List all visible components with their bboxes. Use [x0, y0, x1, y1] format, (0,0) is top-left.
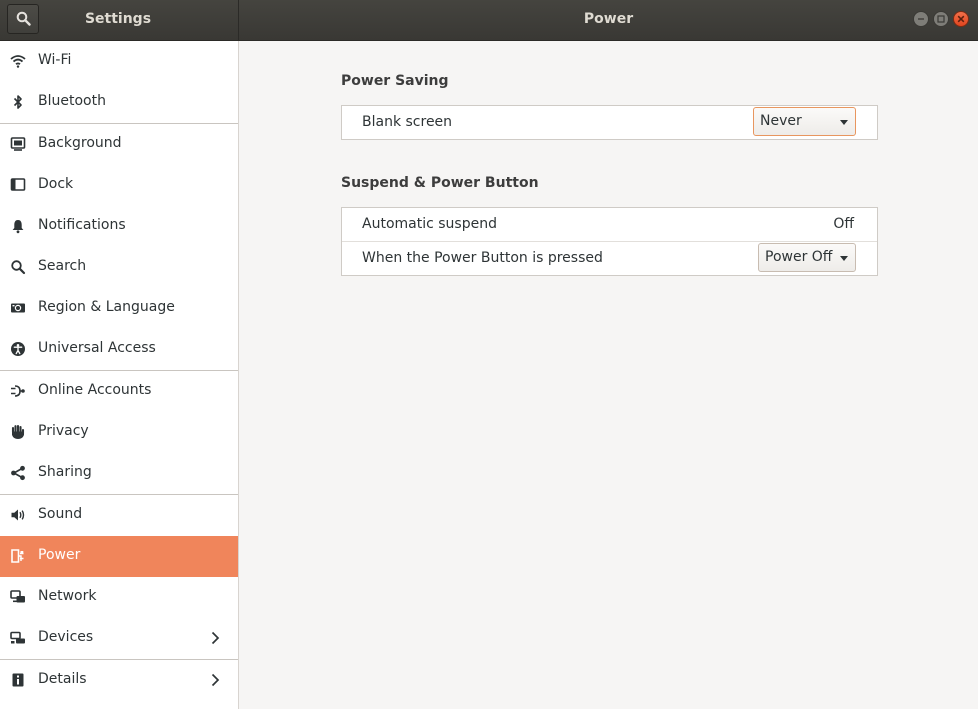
dropdown-arrow-icon	[840, 120, 848, 125]
sidebar-item-power[interactable]: Power	[0, 536, 238, 577]
sidebar-title: Settings	[84, 11, 152, 27]
sidebar-item-region-language[interactable]: Region & Language	[0, 288, 238, 329]
sidebar: Wi-Fi Bluetooth Background Dock Notifica…	[0, 41, 239, 709]
sidebar-item-network[interactable]: Network	[0, 577, 238, 618]
sidebar-item-label: Sharing	[38, 464, 92, 480]
speaker-icon	[11, 509, 25, 521]
sidebar-item-label: Network	[38, 588, 97, 604]
chevron-right-icon	[211, 673, 220, 687]
sidebar-item-label: Online Accounts	[38, 382, 152, 398]
blank-screen-value: Never	[760, 113, 802, 129]
suspend-list: Automatic suspend Off When the Power But…	[341, 207, 878, 276]
sidebar-item-details[interactable]: Details	[0, 660, 238, 701]
header-bar: Settings Power	[0, 0, 978, 41]
sidebar-item-wifi[interactable]: Wi-Fi	[0, 41, 238, 82]
sidebar-item-label: Notifications	[38, 217, 126, 233]
sidebar-item-sharing[interactable]: Sharing	[0, 453, 238, 494]
sidebar-item-label: Region & Language	[38, 299, 175, 315]
blank-screen-dropdown[interactable]: Never	[753, 107, 856, 136]
search-icon	[16, 11, 31, 26]
close-icon	[957, 15, 965, 23]
chevron-right-icon	[211, 631, 220, 645]
sidebar-item-sound[interactable]: Sound	[0, 495, 238, 536]
page-title: Power	[583, 11, 634, 27]
sidebar-item-label: Devices	[38, 629, 94, 645]
power-button-row: When the Power Button is pressed Power O…	[342, 242, 877, 276]
search-icon	[11, 260, 26, 275]
bell-icon	[12, 220, 24, 234]
sidebar-header: Settings	[0, 0, 239, 40]
sidebar-item-label: Power	[38, 547, 81, 563]
automatic-suspend-label: Automatic suspend	[362, 216, 497, 232]
search-button[interactable]	[7, 4, 39, 34]
sidebar-item-devices[interactable]: Devices	[0, 618, 238, 659]
sidebar-item-label: Background	[38, 135, 122, 151]
region-icon	[11, 303, 25, 313]
dock-icon	[10, 178, 26, 191]
sidebar-item-label: Details	[38, 671, 87, 687]
sidebar-item-label: Search	[38, 258, 87, 274]
hand-icon	[11, 424, 25, 439]
dropdown-arrow-icon	[840, 256, 848, 261]
sidebar-item-notifications[interactable]: Notifications	[0, 206, 238, 247]
wifi-icon	[10, 55, 26, 68]
power-saving-list: Blank screen Never	[341, 105, 878, 140]
sidebar-item-label: Universal Access	[38, 340, 156, 356]
minimize-button[interactable]	[913, 11, 929, 27]
online-accounts-icon	[11, 385, 25, 397]
section-title-power-saving: Power Saving	[341, 73, 449, 89]
power-icon	[11, 549, 24, 563]
details-icon	[12, 673, 24, 687]
power-button-value: Power Off	[765, 249, 833, 265]
blank-screen-row: Blank screen Never	[342, 106, 877, 140]
background-icon	[10, 137, 26, 151]
bluetooth-icon	[13, 95, 22, 109]
sidebar-item-label: Bluetooth	[38, 93, 106, 109]
sidebar-item-universal-access[interactable]: Universal Access	[0, 329, 238, 370]
power-button-dropdown[interactable]: Power Off	[758, 243, 856, 272]
blank-screen-label: Blank screen	[362, 114, 453, 130]
power-button-label: When the Power Button is pressed	[362, 250, 603, 266]
sidebar-item-dock[interactable]: Dock	[0, 165, 238, 206]
sidebar-item-search[interactable]: Search	[0, 247, 238, 288]
maximize-icon	[937, 15, 945, 23]
share-icon	[11, 465, 25, 481]
network-icon	[10, 590, 25, 603]
close-button[interactable]	[953, 11, 969, 27]
sidebar-item-background[interactable]: Background	[0, 124, 238, 165]
automatic-suspend-value: Off	[833, 216, 854, 232]
minimize-icon	[918, 18, 924, 20]
sidebar-item-bluetooth[interactable]: Bluetooth	[0, 82, 238, 123]
section-title-suspend: Suspend & Power Button	[341, 175, 539, 191]
sidebar-item-label: Sound	[38, 506, 83, 522]
sidebar-item-online-accounts[interactable]: Online Accounts	[0, 371, 238, 412]
automatic-suspend-row[interactable]: Automatic suspend Off	[342, 208, 877, 242]
maximize-button[interactable]	[933, 11, 949, 27]
sidebar-item-label: Wi-Fi	[38, 52, 72, 68]
settings-window: Settings Power Wi-Fi Bluetooth Backgroun…	[0, 0, 978, 709]
devices-icon	[10, 631, 25, 644]
sidebar-item-privacy[interactable]: Privacy	[0, 412, 238, 453]
accessibility-icon	[11, 342, 25, 356]
sidebar-item-label: Dock	[38, 176, 74, 192]
sidebar-item-label: Privacy	[38, 423, 89, 439]
